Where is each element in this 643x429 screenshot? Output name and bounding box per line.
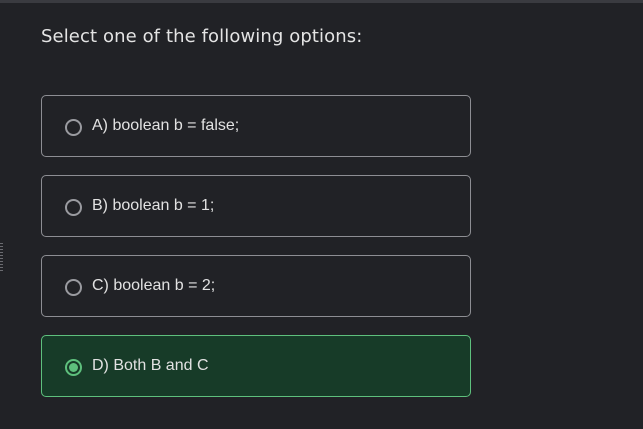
option-label: D) Both B and C — [92, 357, 209, 374]
option-label: A) boolean b = false; — [92, 117, 240, 134]
radio-icon[interactable] — [65, 279, 82, 296]
top-divider — [0, 0, 643, 3]
scroll-indicator — [0, 243, 3, 271]
option-label: C) boolean b = 2; — [92, 277, 216, 294]
radio-icon[interactable] — [65, 119, 82, 136]
option-label: B) boolean b = 1; — [92, 197, 215, 214]
option-d[interactable]: D) Both B and C — [41, 335, 471, 397]
radio-selected-icon[interactable] — [65, 359, 82, 376]
radio-icon[interactable] — [65, 199, 82, 216]
option-b[interactable]: B) boolean b = 1; — [41, 175, 471, 237]
option-c[interactable]: C) boolean b = 2; — [41, 255, 471, 317]
question-prompt: Select one of the following options: — [41, 26, 363, 47]
option-a[interactable]: A) boolean b = false; — [41, 95, 471, 157]
